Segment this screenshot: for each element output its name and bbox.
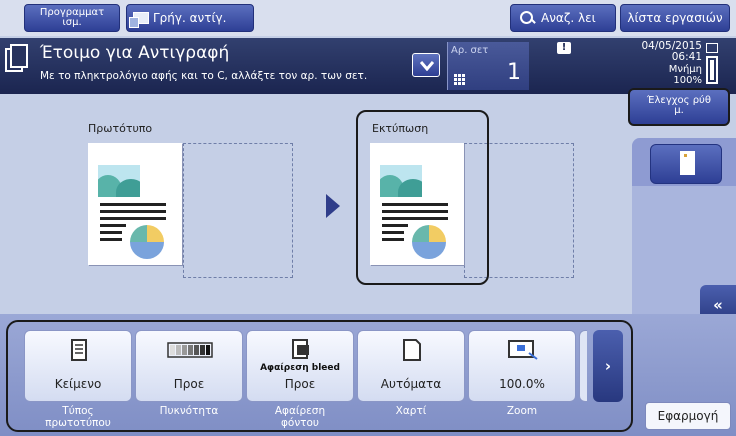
job-list-button[interactable]: λίστα εργασιών [620,4,730,32]
quick-copy-label: Γρήγ. αντίγ. [153,11,227,25]
quick-copy-button[interactable]: Γρήγ. αντίγ. [126,4,254,32]
job-list-label: λίστα εργασιών [627,11,723,25]
apply-button[interactable]: Εφαρμογή [645,402,731,430]
toner-icon [706,43,720,89]
memory-label: Μνήμη [668,64,702,75]
chevron-down-icon [420,61,434,71]
arrow-right-icon [326,194,340,218]
memory-value: 100% [673,75,702,86]
page-icon [680,151,695,175]
functions-highlight [6,320,633,432]
copies-value: 1 [507,60,521,85]
copy-doc-icon [5,44,29,74]
memory-indicator: Μνήμη 100% [600,64,702,86]
copy-screen: Προγραμματ ισμ. Γρήγ. αντίγ. Αναζ. λει λ… [0,0,736,436]
status-message: Με το πληκτρολόγιο αφής και το C, αλλάξτ… [40,70,368,82]
pie-chart-icon [130,225,164,259]
check-label-line2: μ. [674,105,684,116]
copies-field[interactable]: Αρ. σετ 1 [447,42,529,90]
search-label: Αναζ. λει [541,11,596,25]
date-time: 04/05/2015 06:41 [600,41,702,63]
check-settings-button[interactable]: Έλεγχος ρύθ μ. [628,88,730,126]
status-title: Έτοιμο για Αντιγραφή [40,43,230,63]
print-preview-highlight [356,110,489,285]
search-icon [519,10,535,26]
original-label: Πρωτότυπο [88,122,153,135]
alert-icon[interactable]: ! [557,42,571,54]
original-area-outline [183,143,293,278]
original-page-preview [88,143,182,265]
single-sided-button[interactable] [650,144,722,184]
keypad-icon [454,74,465,85]
message-dropdown-button[interactable] [412,53,440,77]
quick-copy-icon [129,12,149,28]
program-label-line2: ισμ. [62,17,82,28]
time-text: 06:41 [671,51,702,63]
image-thumbnail-icon [98,165,140,197]
program-button[interactable]: Προγραμματ ισμ. [24,4,120,32]
copies-label: Αρ. σετ [451,45,489,56]
search-job-button[interactable]: Αναζ. λει [510,4,616,32]
double-chevron-left-icon: « [713,296,723,314]
